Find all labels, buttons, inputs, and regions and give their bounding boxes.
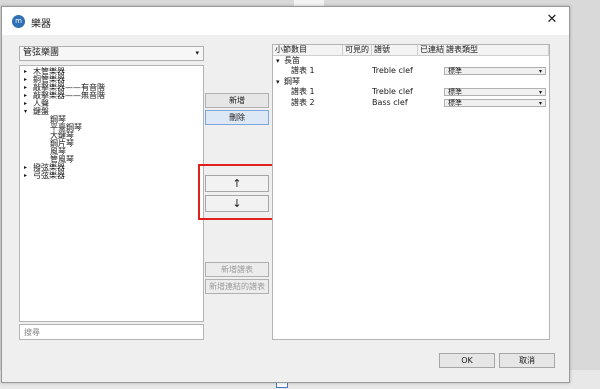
staff-name: 譜表 1	[291, 66, 315, 75]
chevron-down-icon: ▾	[538, 100, 542, 107]
app-logo-icon: m	[12, 15, 25, 28]
expand-arrow-icon[interactable]: ▸	[24, 100, 27, 108]
tree-item-instrument[interactable]: 鋼琴	[20, 116, 203, 124]
tree-item-instrument[interactable]: 大鍵琴	[20, 132, 203, 140]
window-title: 樂器	[31, 19, 51, 30]
column-header[interactable]: 小節數目	[273, 45, 343, 55]
instrument-name: 長笛	[284, 56, 300, 65]
staff-name: 譜表 2	[291, 98, 315, 107]
column-header[interactable]: 已連結	[418, 45, 444, 55]
tree-item-label: 弓弦樂器	[33, 171, 65, 180]
collapse-arrow-icon[interactable]: ▾	[276, 77, 280, 87]
column-header[interactable]: 可見的	[343, 45, 372, 55]
staff-row[interactable]: 譜表 2 Bass clef 標準 ▾	[273, 98, 549, 108]
clef-value[interactable]: Treble clef	[372, 66, 413, 76]
move-up-button[interactable]: ↑	[205, 175, 269, 192]
title-bar: m 樂器 ✕	[2, 7, 569, 35]
tree-item-instrument[interactable]: 鋼片琴	[20, 140, 203, 148]
family-select-value: 管弦樂團	[23, 48, 60, 58]
staff-row[interactable]: 譜表 1 Treble clef 標準 ▾	[273, 66, 549, 76]
remove-button[interactable]: 刪除	[205, 110, 269, 125]
instrument-family-select[interactable]: 管弦樂團 ▾	[19, 46, 204, 61]
expand-arrow-icon[interactable]: ▸	[24, 164, 27, 172]
table-header: 小節數目 可見的 譜號 已連結 譜表類型	[273, 45, 549, 56]
add-button[interactable]: 新增	[205, 93, 269, 108]
tree-item[interactable]: ▾ 鍵盤	[20, 108, 203, 116]
tree-item-instrument[interactable]: 平臺鋼琴	[20, 124, 203, 132]
staff-type-value: 標準	[448, 99, 462, 107]
staff-type-dropdown[interactable]: 標準 ▾	[444, 88, 546, 96]
expand-arrow-icon[interactable]: ▸	[24, 68, 27, 76]
expand-arrow-icon[interactable]: ▸	[24, 76, 27, 84]
close-icon[interactable]: ✕	[545, 13, 559, 27]
staff-table: 小節數目 可見的 譜號 已連結 譜表類型 ▾ 長笛 譜表 1 Treble cl…	[272, 44, 550, 340]
staff-type-value: 標準	[448, 88, 462, 96]
expand-arrow-icon[interactable]: ▸	[24, 92, 27, 100]
search-input[interactable]	[20, 325, 203, 339]
collapse-arrow-icon[interactable]: ▾	[24, 108, 27, 116]
add-staff-button[interactable]: 新增譜表	[205, 262, 269, 277]
search-box[interactable]	[19, 324, 204, 340]
cancel-button[interactable]: 取消	[499, 353, 555, 368]
clef-value[interactable]: Treble clef	[372, 87, 413, 97]
staff-type-dropdown[interactable]: 標準 ▾	[444, 67, 546, 75]
expand-arrow-icon[interactable]: ▸	[24, 172, 27, 180]
column-header[interactable]: 譜表類型	[444, 45, 549, 55]
staff-type-value: 標準	[448, 67, 462, 75]
chevron-down-icon: ▾	[538, 68, 542, 75]
instrument-group-row[interactable]: ▾ 長笛	[273, 56, 549, 66]
instrument-name: 鋼琴	[284, 77, 300, 86]
move-down-button[interactable]: ↓	[205, 195, 269, 212]
staff-type-dropdown[interactable]: 標準 ▾	[444, 99, 546, 107]
expand-arrow-icon[interactable]: ▸	[24, 84, 27, 92]
tree-item-label: 鍵盤	[33, 107, 49, 116]
add-linked-staff-button[interactable]: 新增連結的譜表	[205, 279, 269, 294]
staff-row[interactable]: 譜表 1 Treble clef 標準 ▾	[273, 87, 549, 97]
tree-item[interactable]: ▸ 弓弦樂器	[20, 172, 203, 180]
collapse-arrow-icon[interactable]: ▾	[276, 56, 280, 66]
instrument-tree[interactable]: ▸ 木管樂器 ▸ 銅管樂器 ▸ 敲擊樂器——有音階 ▸ 敲擊樂器——無音階 ▸ 人聲 ▾ 鍵…	[19, 65, 204, 322]
column-header[interactable]: 譜號	[372, 45, 418, 55]
chevron-down-icon: ▾	[195, 49, 199, 57]
instrument-group-row[interactable]: ▾ 鋼琴	[273, 77, 549, 87]
staff-name: 譜表 1	[291, 87, 315, 96]
ok-button[interactable]: OK	[439, 353, 495, 368]
clef-value[interactable]: Bass clef	[372, 98, 408, 108]
tree-item-instrument[interactable]: 風琴	[20, 148, 203, 156]
chevron-down-icon: ▾	[538, 89, 542, 96]
